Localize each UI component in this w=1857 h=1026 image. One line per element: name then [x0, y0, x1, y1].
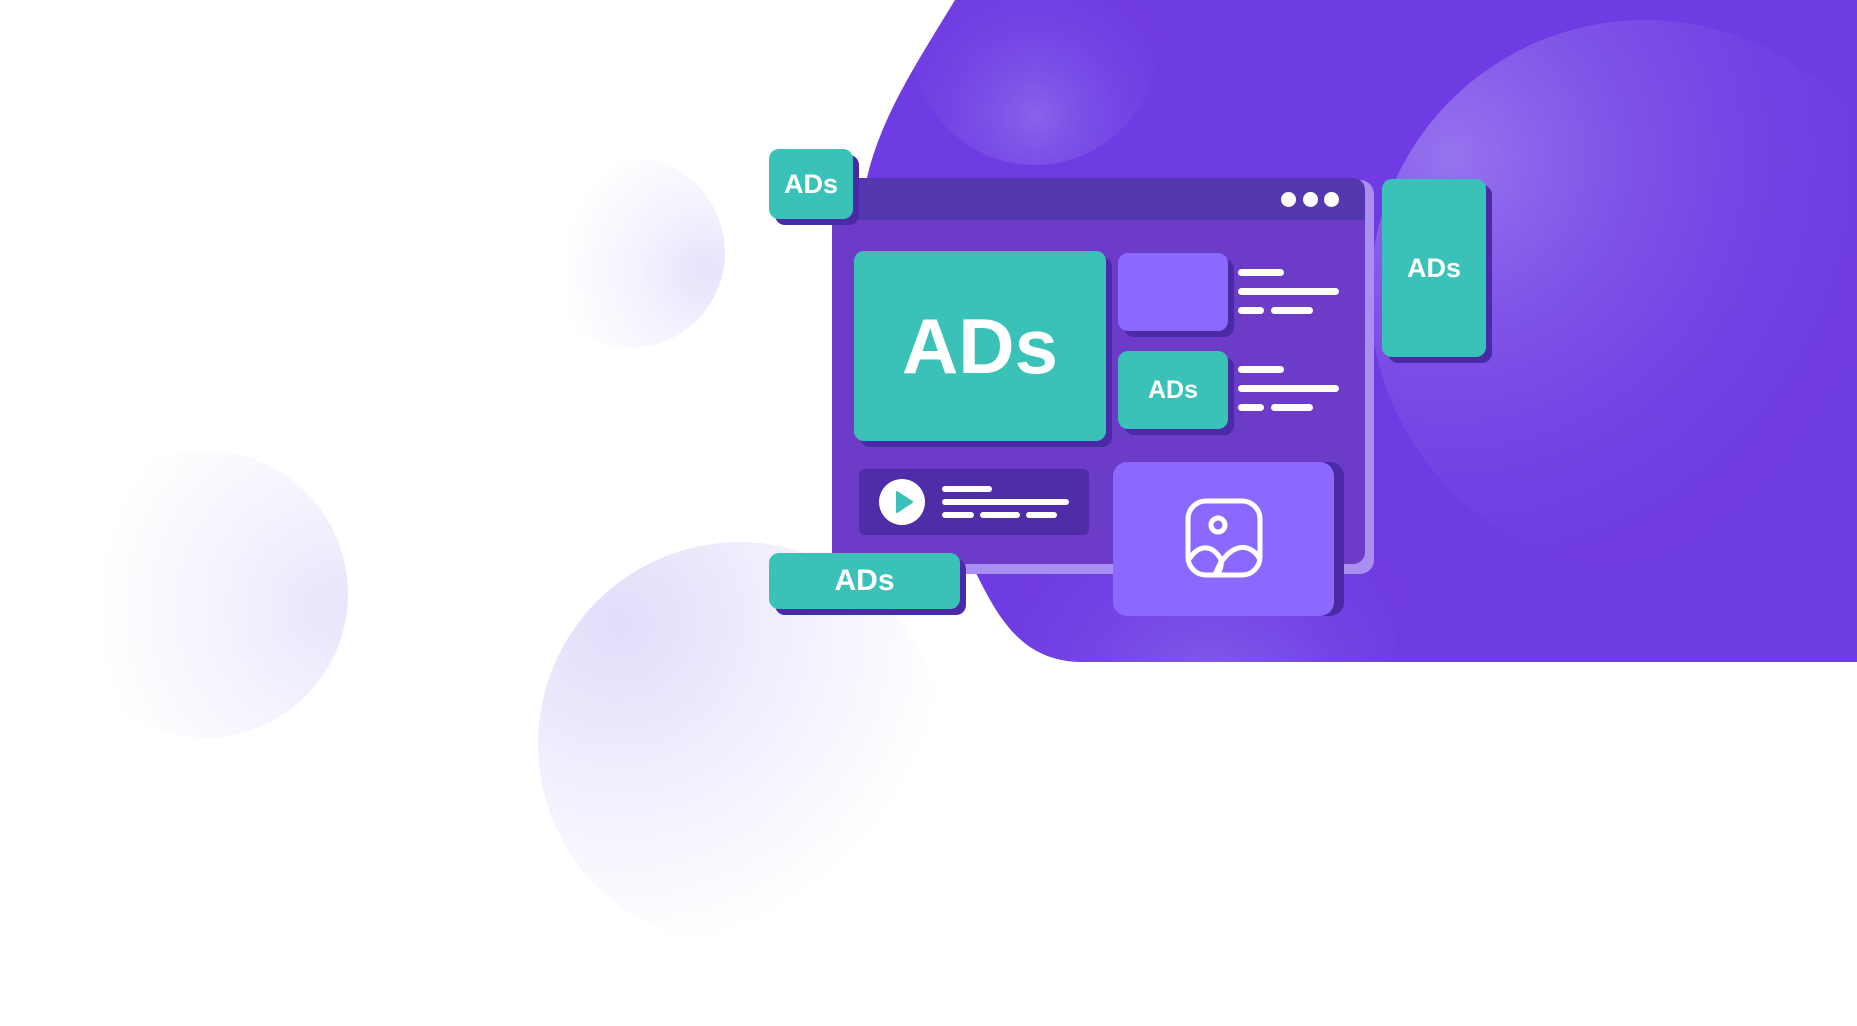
ad-tag-top-left-label: ADs	[783, 168, 838, 199]
image-icon	[1185, 498, 1263, 578]
ad-tag-top-left[interactable]: ADs	[769, 149, 853, 219]
list-item-ad-label: ADs	[1147, 375, 1198, 404]
main-banner-ad[interactable]: ADs	[854, 251, 1106, 441]
ad-skyscraper-right[interactable]: ADs	[1382, 179, 1486, 357]
ad-tag-bottom-label: ADs	[834, 564, 895, 597]
image-ad-tile[interactable]	[1113, 462, 1334, 616]
browser-title-bar	[832, 178, 1365, 220]
main-banner-ad-label: ADs	[901, 301, 1059, 390]
list-item-thumbnail	[1118, 253, 1228, 331]
illustration-canvas: ADs ADs ADs ADs ADs	[0, 0, 1857, 1026]
video-ad-player[interactable]	[859, 469, 1089, 535]
ad-skyscraper-right-label: ADs	[1406, 252, 1461, 283]
decorative-bubble-small	[534, 157, 725, 348]
decorative-bubble-medium	[60, 450, 348, 738]
play-icon[interactable]	[879, 479, 925, 525]
list-item-ad-tile[interactable]: ADs	[1118, 351, 1228, 429]
ad-tag-bottom[interactable]: ADs	[769, 553, 960, 609]
